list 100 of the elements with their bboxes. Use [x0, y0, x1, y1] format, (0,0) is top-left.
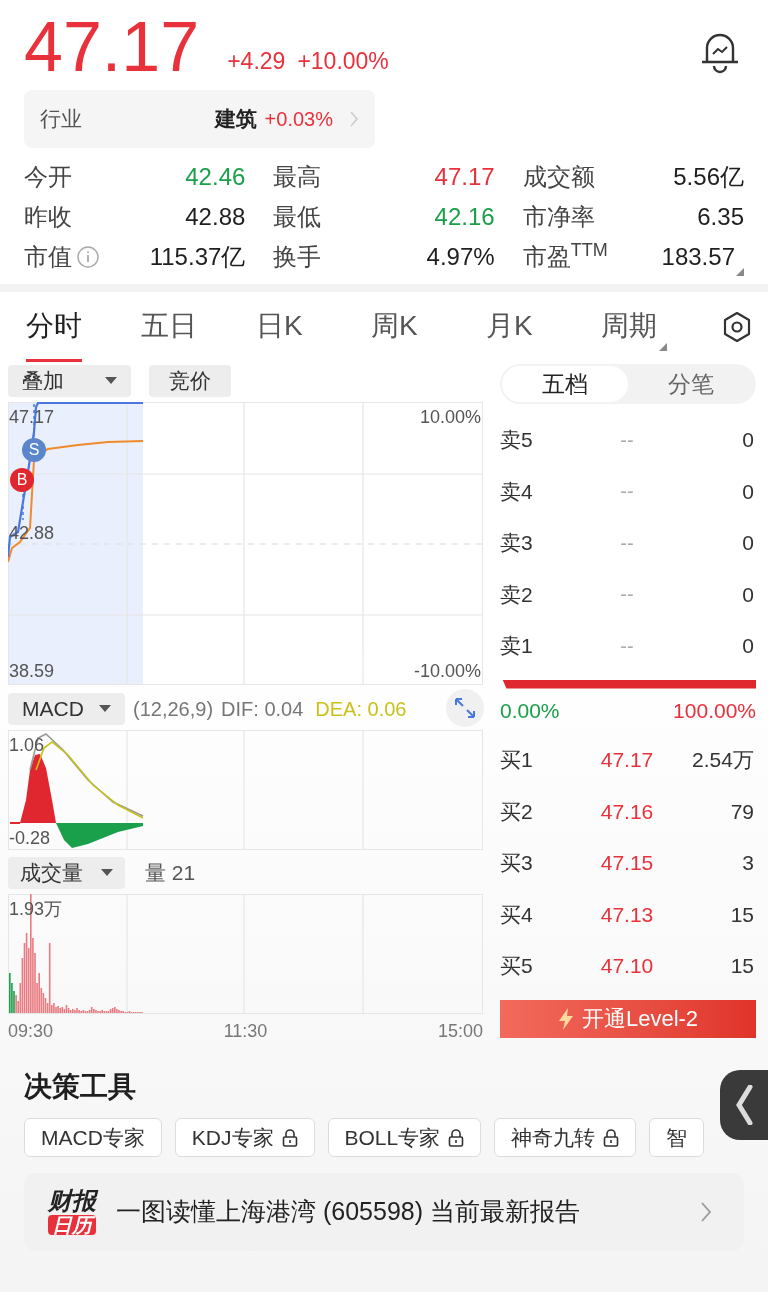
ask-volume: 0: [741, 427, 754, 453]
caret-icon: [101, 869, 113, 877]
overlay-dropdown[interactable]: 叠加: [8, 365, 131, 397]
stat-label: 今开: [24, 162, 72, 192]
tool-chip[interactable]: MACD专家: [24, 1118, 162, 1157]
level2-button[interactable]: 开通Level-2: [500, 999, 756, 1038]
order-book-tab[interactable]: 分笔: [628, 366, 754, 402]
stat-label: 市值: [24, 242, 72, 272]
ask-volume: 0: [741, 478, 754, 505]
bid-level-label: 买2: [500, 798, 534, 825]
tool-chip[interactable]: KDJ专家: [174, 1118, 315, 1157]
indicator-dropdown[interactable]: 成交量: [8, 857, 125, 889]
stat-label: 昨收: [24, 202, 72, 232]
macd-axis-label: -0.28: [9, 827, 51, 850]
corner-triangle-icon: [736, 268, 744, 276]
ask-level-label: 卖3: [500, 530, 534, 556]
ask-level-label: 卖4: [500, 478, 534, 505]
ask-price: --: [619, 633, 635, 659]
ask-volume: 0: [741, 581, 754, 608]
order-book-tab[interactable]: 五档: [502, 366, 628, 402]
time-axis-label: 15:00: [437, 1020, 483, 1043]
dea-value: DEA: 0.06: [315, 697, 407, 722]
macd-params: (12,26,9): [133, 697, 214, 722]
indicator-dropdown[interactable]: MACD: [8, 693, 125, 725]
bid-level-label: 买1: [500, 747, 534, 773]
bid-price: 47.16: [599, 798, 655, 825]
period-tab[interactable]: 周K: [371, 292, 418, 362]
ask-level-label: 卖1: [500, 633, 534, 659]
bid-volume: 79: [729, 798, 754, 825]
bid-price: 47.10: [599, 953, 655, 979]
ask-price: --: [619, 427, 635, 453]
bid-level-label: 买5: [500, 953, 534, 979]
lock-icon: [448, 1128, 465, 1147]
bid-volume: 15: [729, 901, 754, 928]
stat-label: 市盈$^{TTM}$: [522, 239, 608, 272]
settings-icon[interactable]: [722, 311, 752, 343]
stat-label: 换手: [273, 242, 322, 272]
bid-volume: 3: [741, 850, 754, 876]
ask-price: --: [619, 582, 635, 608]
ask-level-label: 卖5: [500, 427, 534, 453]
bid-price: 47.15: [599, 850, 655, 876]
period-tab[interactable]: 五日: [141, 292, 197, 362]
bid-price: 47.13: [599, 901, 655, 928]
tool-chip[interactable]: 神奇九转: [494, 1118, 637, 1157]
stat-label: 最低: [273, 202, 322, 232]
period-tab[interactable]: 周期: [601, 292, 667, 362]
volume-reading: 量 21: [145, 860, 196, 887]
expand-button[interactable]: [446, 689, 484, 727]
corner-triangle-icon: [659, 343, 667, 351]
stat-label: 成交额: [522, 162, 595, 192]
stat-value: 42.16: [434, 202, 495, 232]
time-axis-label: 11:30: [223, 1020, 268, 1043]
bid-volume: 2.54万: [691, 747, 754, 773]
chevron-left-icon: [735, 1085, 753, 1125]
price-change: +4.29: [227, 46, 286, 76]
lightning-icon: [557, 1007, 574, 1030]
stat-label: 最高: [273, 162, 322, 192]
chevron-right-icon: [700, 1201, 712, 1223]
period-tab[interactable]: 日K: [256, 292, 303, 362]
side-handle[interactable]: [720, 1070, 768, 1140]
expand-icon: [454, 697, 476, 719]
auction-button[interactable]: 竞价: [149, 365, 231, 397]
chevron-right-icon: [349, 111, 359, 127]
stat-value: 42.88: [185, 202, 246, 232]
period-tab[interactable]: 月K: [486, 292, 533, 362]
stat-value: 5.56亿: [673, 162, 744, 192]
ask-price: --: [619, 479, 635, 505]
stat-value: 183.57: [661, 242, 735, 272]
dif-value: DIF: 0.04: [221, 697, 304, 722]
ask-volume: 0: [741, 530, 754, 556]
bid-price: 47.17: [599, 747, 655, 773]
tool-chip[interactable]: BOLL专家: [327, 1118, 482, 1157]
stat-value: 6.35: [697, 202, 744, 232]
tool-chip[interactable]: 智: [649, 1118, 705, 1157]
ask-price: --: [619, 530, 635, 556]
period-tab[interactable]: 分时: [26, 292, 82, 362]
section-title: 决策工具: [24, 1070, 137, 1104]
price-change-percent: +10.00%: [297, 46, 389, 76]
bid-level-label: 买4: [500, 901, 534, 928]
lock-icon: [603, 1128, 620, 1147]
stat-value: 47.17: [434, 162, 495, 192]
stat-value: 42.46: [185, 162, 246, 192]
balance-left-percent: 0.00%: [500, 697, 560, 724]
price-axis-label: 38.59: [9, 660, 55, 683]
bid-volume: 15: [729, 953, 754, 979]
stat-value: 4.97%: [426, 242, 495, 272]
ask-volume: 0: [741, 633, 754, 659]
ask-level-label: 卖2: [500, 581, 534, 608]
caret-icon: [105, 377, 117, 385]
price-value: 47.17: [24, 8, 200, 86]
lock-icon: [281, 1128, 298, 1147]
industry-row[interactable]: 行业 建筑 +0.03%: [24, 90, 375, 148]
time-axis-label: 09:30: [8, 1020, 54, 1043]
caret-icon: [99, 705, 111, 713]
bid-level-label: 买3: [500, 850, 534, 876]
stat-value: 115.37亿: [149, 242, 246, 272]
stat-label: 市净率: [522, 202, 595, 232]
balance-right-percent: 100.00%: [673, 697, 756, 724]
percent-axis-label: 10.00%: [419, 406, 481, 429]
percent-axis-label: -10.00%: [413, 660, 481, 683]
